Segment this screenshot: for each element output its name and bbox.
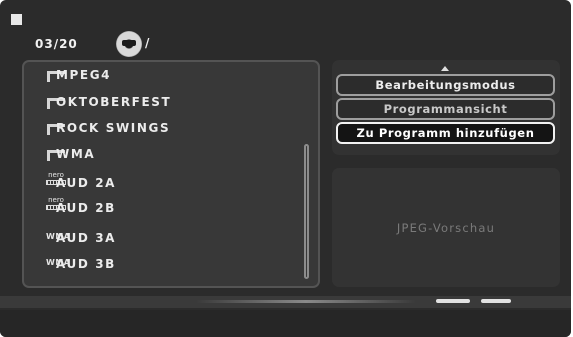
preview-label: JPEG-Vorschau: [396, 221, 496, 235]
current-path: /: [145, 36, 150, 50]
dvd-browser-screen: 03/20 / MPEG4 OKTOBERFEST ROCK SWINGS WM…: [0, 0, 571, 337]
list-item-label: AUD 3A: [56, 231, 117, 245]
progress-bar-track: [196, 300, 416, 303]
list-item-label: AUD 2A: [56, 176, 117, 190]
progress-marker: [481, 299, 511, 303]
bottom-info-bar: [0, 310, 571, 337]
edit-mode-button[interactable]: Bearbeitungsmodus: [336, 74, 555, 96]
scroll-up-arrow-icon[interactable]: [441, 66, 449, 71]
list-item-label: MPEG4: [56, 68, 112, 82]
file-counter: 03/20: [35, 37, 78, 51]
progress-marker: [436, 299, 470, 303]
disc-icon: [116, 31, 142, 57]
add-to-program-button[interactable]: Zu Programm hinzufügen: [336, 122, 555, 144]
list-item-label: WMA: [56, 147, 96, 161]
list-scrollbar-thumb[interactable]: [304, 144, 309, 279]
list-item-label: AUD 3B: [56, 257, 116, 271]
program-view-button[interactable]: Programmansicht: [336, 98, 555, 120]
status-square-icon: [11, 14, 22, 25]
list-item-label: AUD 2B: [56, 201, 116, 215]
list-item-label: OKTOBERFEST: [56, 95, 172, 109]
jpeg-preview-area: JPEG-Vorschau: [332, 168, 560, 287]
list-item-label: ROCK SWINGS: [56, 121, 171, 135]
